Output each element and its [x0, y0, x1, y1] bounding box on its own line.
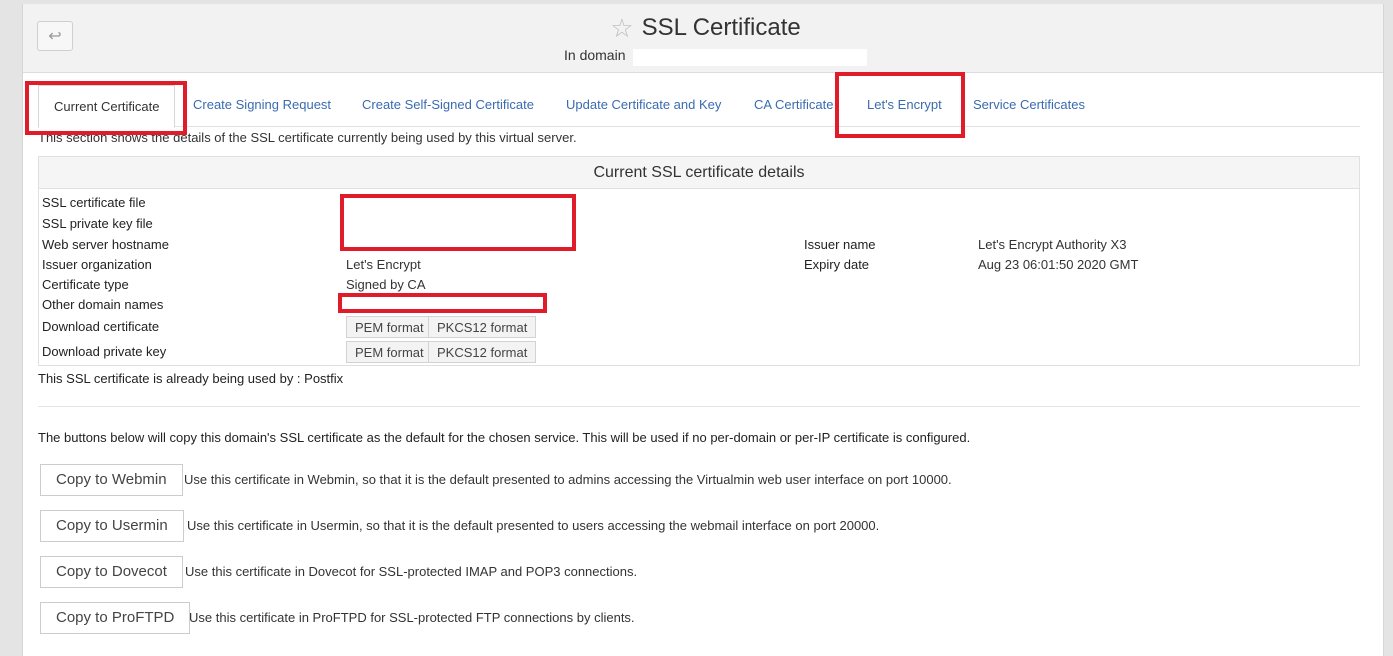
used-by-notice: This SSL certificate is already being us…: [38, 371, 344, 386]
label-web-server-hostname: Web server hostname: [42, 237, 169, 252]
tab-update-certificate-and-key[interactable]: Update Certificate and Key: [566, 84, 721, 125]
copy-to-dovecot-button[interactable]: Copy to Dovecot: [40, 556, 183, 588]
value-issuer-name: Let's Encrypt Authority X3: [978, 237, 1127, 252]
label-expiry-date: Expiry date: [804, 257, 870, 272]
label-download-private-key: Download private key: [42, 344, 167, 359]
copy-instructions: The buttons below will copy this domain'…: [38, 430, 971, 445]
label-issuer-organization: Issuer organization: [42, 257, 152, 272]
download-cert-pkcs12-button[interactable]: PKCS12 format: [428, 316, 537, 338]
copy-webmin-description: Use this certificate in Webmin, so that …: [184, 472, 952, 487]
domain-label: In domain: [564, 47, 626, 63]
divider: [38, 406, 1360, 407]
copy-to-webmin-button[interactable]: Copy to Webmin: [40, 464, 183, 496]
copy-proftpd-description: Use this certificate in ProFTPD for SSL-…: [189, 610, 635, 625]
tab-service-certificates[interactable]: Service Certificates: [973, 84, 1085, 125]
copy-to-usermin-button[interactable]: Copy to Usermin: [40, 510, 184, 542]
page-title: ☆ SSL Certificate: [610, 14, 801, 42]
label-certificate-type: Certificate type: [42, 277, 129, 292]
download-key-pkcs12-button[interactable]: PKCS12 format: [428, 341, 537, 363]
label-other-domain-names: Other domain names: [42, 297, 164, 312]
value-expiry-date: Aug 23 06:01:50 2020 GMT: [978, 257, 1139, 272]
domain-value-redacted: [633, 49, 867, 66]
copy-usermin-description: Use this certificate in Usermin, so that…: [187, 518, 880, 533]
download-key-pem-button[interactable]: PEM format: [346, 341, 433, 363]
page-header: ↩ ☆ SSL Certificate In domain: [23, 4, 1383, 73]
title-area: ☆ SSL Certificate: [23, 14, 1383, 42]
download-cert-pem-button[interactable]: PEM format: [346, 316, 433, 338]
highlight-redacted-domain-names: [338, 293, 547, 313]
label-ssl-private-key-file: SSL private key file: [42, 216, 153, 231]
value-certificate-type: Signed by CA: [346, 277, 426, 292]
star-outline-icon[interactable]: ☆: [610, 15, 633, 41]
copy-dovecot-description: Use this certificate in Dovecot for SSL-…: [185, 564, 638, 579]
highlight-redacted-file-paths: [340, 194, 576, 251]
tab-create-signing-request[interactable]: Create Signing Request: [193, 84, 331, 125]
copy-to-proftpd-button[interactable]: Copy to ProFTPD: [40, 602, 191, 634]
highlight-current-certificate-tab: [25, 81, 187, 135]
main-panel: ↩ ☆ SSL Certificate In domain Current Ce…: [22, 4, 1384, 656]
label-issuer-name: Issuer name: [804, 237, 876, 252]
certificate-details-heading: Current SSL certificate details: [39, 157, 1359, 189]
page-title-text: SSL Certificate: [641, 14, 801, 41]
highlight-lets-encrypt-tab: [835, 72, 965, 138]
value-issuer-organization: Let's Encrypt: [346, 257, 421, 272]
label-download-certificate: Download certificate: [42, 319, 160, 334]
tab-ca-certificate[interactable]: CA Certificate: [754, 84, 833, 125]
label-ssl-certificate-file: SSL certificate file: [42, 195, 146, 210]
certificate-details-table: Current SSL certificate details SSL cert…: [38, 156, 1360, 366]
tab-bar: Current Certificate Create Signing Reque…: [38, 84, 1360, 128]
tab-create-self-signed-certificate[interactable]: Create Self-Signed Certificate: [362, 84, 534, 125]
